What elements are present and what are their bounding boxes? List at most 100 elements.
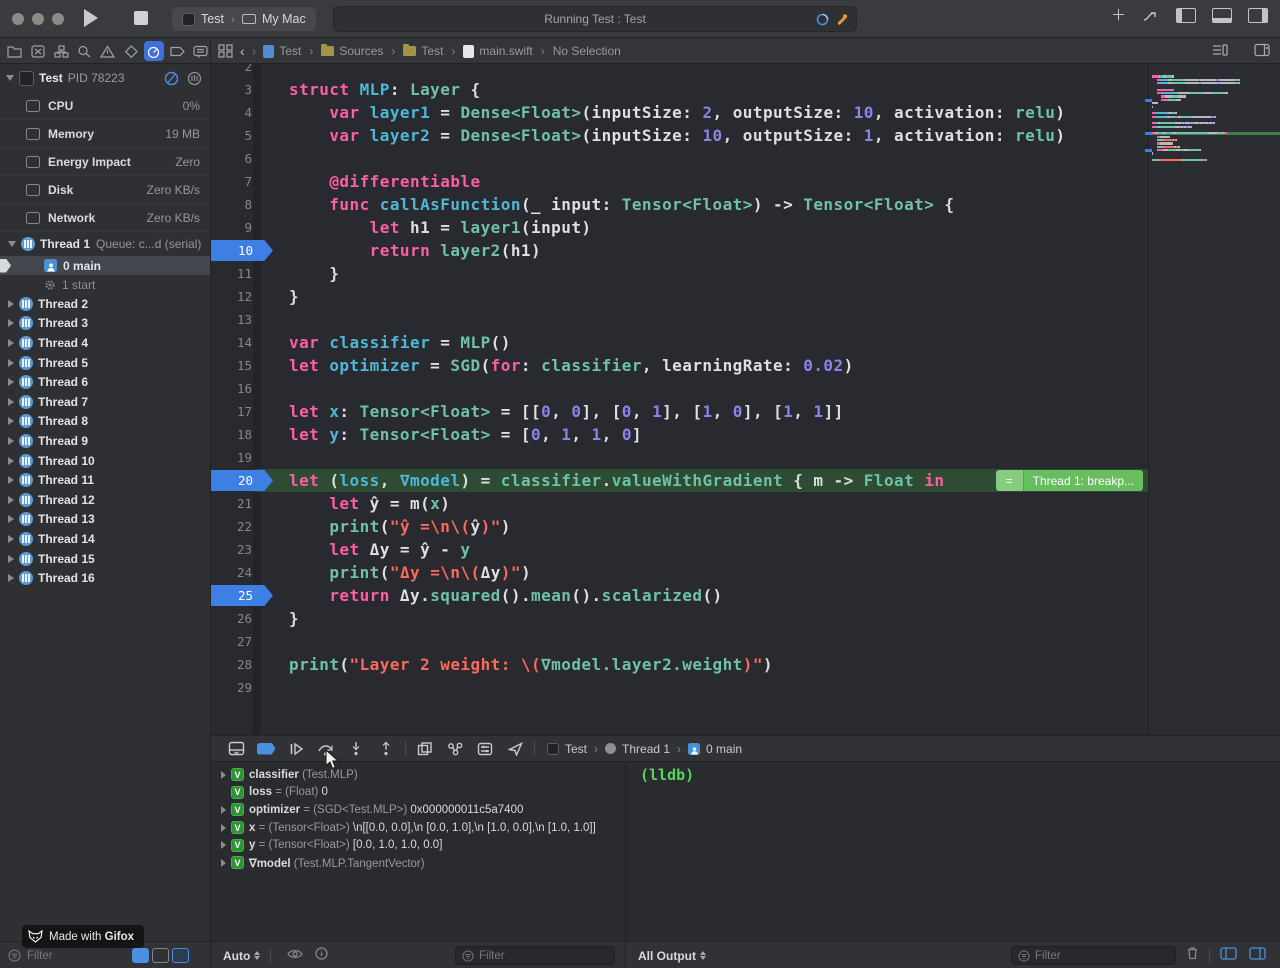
source-editor[interactable]: 23struct MLP: Layer {4 var layer1 = Dens… (211, 64, 1280, 735)
line-number[interactable]: 29 (211, 676, 252, 699)
toggle-console-view-button[interactable] (1249, 947, 1266, 965)
step-into-button[interactable] (341, 741, 371, 756)
thread-row[interactable]: Thread 3 (0, 314, 210, 334)
minimize-window-button[interactable] (32, 13, 44, 25)
code-line-2[interactable]: 2 (211, 64, 1280, 78)
line-number[interactable]: 5 (211, 124, 252, 147)
thread-row[interactable]: Thread 7 (0, 392, 210, 412)
line-number[interactable]: 27 (211, 630, 252, 653)
info-icon[interactable] (315, 947, 328, 965)
line-number[interactable]: 22 (211, 515, 252, 538)
tab-project-navigator[interactable] (5, 41, 24, 61)
toggle-debug-area-button[interactable] (1212, 8, 1232, 23)
console-output-dropdown[interactable]: All Output (638, 949, 706, 963)
thread-row[interactable]: Thread 6 (0, 372, 210, 392)
toggle-variables-view-button[interactable] (1220, 947, 1237, 965)
execution-badge[interactable]: =Thread 1: breakp... (996, 470, 1143, 491)
thread-row[interactable]: Thread 2 (0, 294, 210, 314)
thread-row[interactable]: Thread 8 (0, 412, 210, 432)
tab-find-navigator[interactable] (75, 41, 94, 61)
breadcrumb-project[interactable]: Test (263, 44, 301, 58)
code-line-16[interactable]: 16 (211, 377, 1280, 400)
line-number[interactable]: 26 (211, 607, 252, 630)
thread-row[interactable]: Thread 4 (0, 333, 210, 353)
line-number[interactable]: 9 (211, 216, 252, 239)
variables-filter-input[interactable] (479, 950, 608, 962)
step-out-button[interactable] (371, 741, 401, 756)
thread-row[interactable]: Thread 14 (0, 529, 210, 549)
breadcrumb-sources[interactable]: Sources (321, 44, 383, 58)
thread-row[interactable]: Thread 13 (0, 510, 210, 530)
trash-icon[interactable] (1186, 946, 1199, 965)
line-number[interactable]: 4 (211, 101, 252, 124)
line-number[interactable]: 17 (211, 400, 252, 423)
line-number[interactable]: 24 (211, 561, 252, 584)
debug-jump-frame[interactable]: 0 main (706, 742, 742, 756)
code-line-9[interactable]: 9 let h1 = layer1(input) (211, 216, 1280, 239)
metric-row-energy-impact[interactable]: Energy ImpactZero (0, 148, 210, 176)
debug-jump-process[interactable]: Test (565, 742, 587, 756)
code-line-27[interactable]: 27 (211, 630, 1280, 653)
code-line-10[interactable]: 10 return layer2(h1) (211, 239, 1280, 262)
line-number[interactable]: 16 (211, 377, 252, 400)
code-line-25[interactable]: 25 return Δy.squared().mean().scalarized… (211, 584, 1280, 607)
tab-issue-navigator[interactable] (98, 41, 117, 61)
variable-row-y[interactable]: Vy = (Tensor<Float>) [0.0, 1.0, 1.0, 0.0… (211, 836, 625, 854)
add-editor-icon[interactable] (1254, 43, 1270, 57)
metric-row-disk[interactable]: DiskZero KB/s (0, 176, 210, 204)
pause-process-icon[interactable] (164, 71, 179, 86)
memory-graph-button[interactable] (440, 742, 470, 756)
code-line-12[interactable]: 12} (211, 285, 1280, 308)
code-line-19[interactable]: 19 (211, 446, 1280, 469)
breakpoint-marker[interactable]: 10 (211, 240, 273, 261)
metric-row-cpu[interactable]: CPU0% (0, 92, 210, 120)
code-line-26[interactable]: 26} (211, 607, 1280, 630)
variables-scope-dropdown[interactable]: Auto (223, 949, 260, 963)
code-line-23[interactable]: 23 let Δy = ŷ - y (211, 538, 1280, 561)
code-line-13[interactable]: 13 (211, 308, 1280, 331)
tab-test-navigator[interactable] (121, 41, 140, 61)
stop-button[interactable] (134, 11, 148, 25)
view-mode-process-button[interactable] (132, 948, 149, 963)
metric-row-memory[interactable]: Memory19 MB (0, 120, 210, 148)
line-number[interactable]: 11 (211, 262, 252, 285)
line-number[interactable]: 8 (211, 193, 252, 216)
thread-1-row[interactable]: Thread 1 Queue: c...d (serial) (0, 232, 210, 256)
editor-options-icon[interactable] (1212, 43, 1228, 57)
debug-view-hierarchy-button[interactable] (410, 742, 440, 756)
thread-row[interactable]: Thread 12 (0, 490, 210, 510)
forward-button[interactable]: › (252, 43, 257, 59)
line-number[interactable]: 3 (211, 78, 252, 101)
editor-mode-button[interactable] (1142, 9, 1160, 23)
thread-row[interactable]: Thread 10 (0, 451, 210, 471)
code-line-17[interactable]: 17let x: Tensor<Float> = [[0, 0], [0, 1]… (211, 400, 1280, 423)
code-line-3[interactable]: 3struct MLP: Layer { (211, 78, 1280, 101)
thread-row[interactable]: Thread 9 (0, 431, 210, 451)
code-line-22[interactable]: 22 print("ŷ =\n\(ŷ)") (211, 515, 1280, 538)
stack-frame-start[interactable]: 1 start (0, 275, 210, 294)
code-line-15[interactable]: 15let optimizer = SGD(for: classifier, l… (211, 354, 1280, 377)
variable-row-x[interactable]: Vx = (Tensor<Float>) \n[[0.0, 0.0],\n [0… (211, 819, 625, 837)
line-number[interactable]: 12 (211, 285, 252, 308)
scheme-selector[interactable]: Test › My Mac (172, 7, 316, 31)
zoom-window-button[interactable] (52, 13, 64, 25)
tab-source-control[interactable] (28, 41, 47, 61)
code-line-11[interactable]: 11 } (211, 262, 1280, 285)
code-line-21[interactable]: 21 let ŷ = m(x) (211, 492, 1280, 515)
related-items-icon[interactable] (218, 44, 233, 58)
variable-row-∇model[interactable]: V∇model (Test.MLP.TangentVector) (211, 854, 625, 872)
build-warning-icon[interactable] (835, 13, 848, 26)
thread-row[interactable]: Thread 5 (0, 353, 210, 373)
line-number[interactable]: 7 (211, 170, 252, 193)
view-mode-ui-button[interactable] (172, 948, 189, 963)
code-line-8[interactable]: 8 func callAsFunction(_ input: Tensor<Fl… (211, 193, 1280, 216)
environment-overrides-button[interactable] (470, 742, 500, 756)
variables-view[interactable]: Vclassifier (Test.MLP)Vloss = (Float) 0V… (211, 762, 625, 941)
console-view[interactable]: (lldb) (625, 762, 1280, 941)
code-line-7[interactable]: 7 @differentiable (211, 170, 1280, 193)
line-number[interactable]: 23 (211, 538, 252, 561)
progress-icon[interactable] (816, 13, 829, 26)
line-number[interactable]: 6 (211, 147, 252, 170)
breakpoint-marker[interactable]: 20 (211, 470, 273, 491)
code-line-28[interactable]: 28print("Layer 2 weight: \(∇model.layer2… (211, 653, 1280, 676)
